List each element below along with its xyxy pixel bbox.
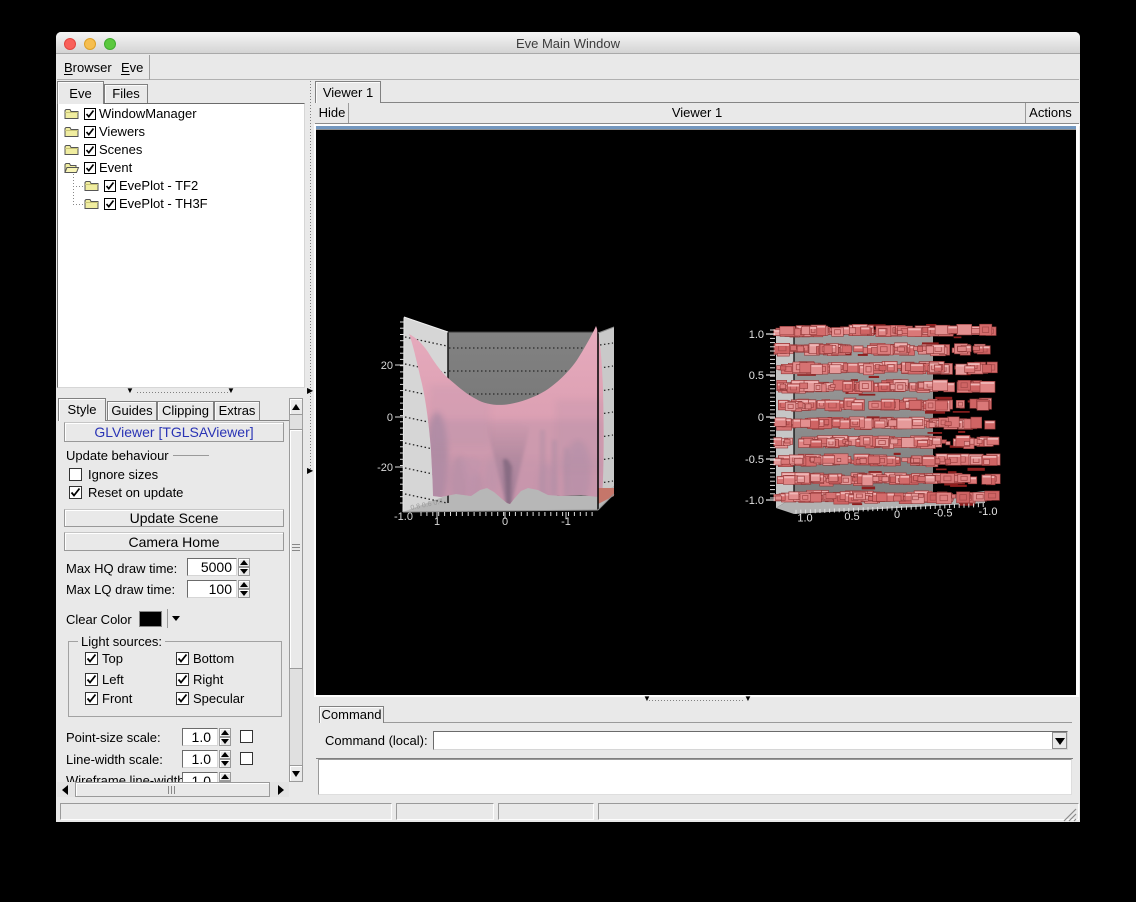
svg-text:-1.0: -1.0 — [979, 506, 998, 518]
svg-text:0: 0 — [387, 412, 393, 424]
svg-text:-1.0: -1.0 — [394, 511, 413, 523]
svg-text:-0.5: -0.5 — [745, 454, 764, 466]
svg-text:-1.0: -1.0 — [745, 495, 764, 507]
svg-text:1.0: 1.0 — [749, 329, 764, 341]
svg-text:-20: -20 — [377, 462, 393, 474]
svg-text:1: 1 — [434, 516, 440, 528]
svg-text:0: 0 — [502, 516, 508, 528]
svg-text:1.0: 1.0 — [797, 513, 812, 525]
svg-text:0: 0 — [758, 412, 764, 424]
svg-text:0.5: 0.5 — [749, 370, 764, 382]
svg-text:0: 0 — [894, 509, 900, 521]
svg-text:-1: -1 — [561, 516, 571, 528]
svg-text:0.5: 0.5 — [844, 511, 859, 523]
svg-text:-0.5: -0.5 — [934, 508, 953, 520]
svg-text:20: 20 — [381, 360, 393, 372]
